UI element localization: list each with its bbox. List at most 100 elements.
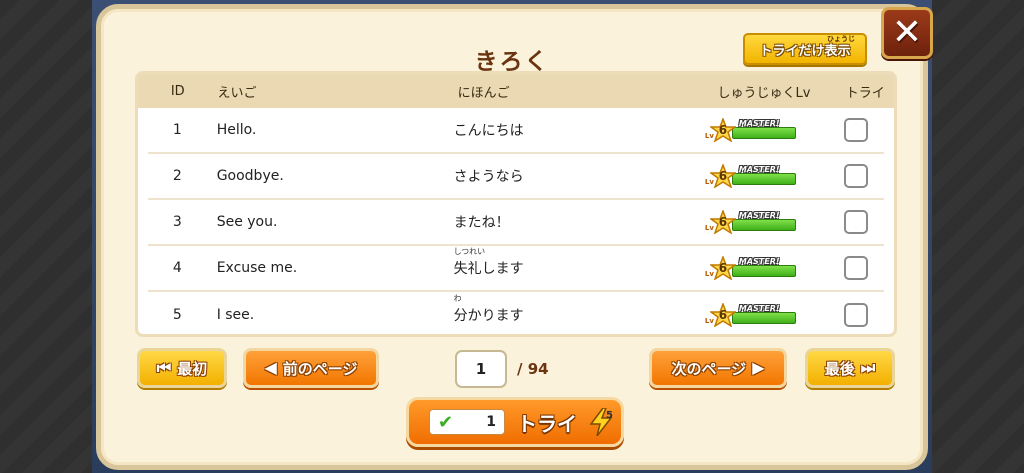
try-checkbox[interactable]	[843, 210, 868, 234]
row-english: I see.	[216, 307, 255, 323]
lv-tag: Lv	[704, 132, 714, 140]
mastery-status: MASTER!	[738, 165, 780, 174]
row-japanese: こんにちは	[453, 123, 524, 139]
lv-tag: Lv	[704, 224, 714, 232]
row-japanese-cell: さようなら	[446, 166, 710, 186]
lv-tag: Lv	[704, 270, 714, 278]
next-page-label: 次のページ	[671, 359, 747, 378]
level-number: 6	[718, 123, 728, 137]
check-icon: ✔	[438, 411, 454, 433]
level-badge: Lv 6 MASTER!	[705, 256, 827, 280]
row-japanese-ruby: わ	[453, 294, 462, 303]
mastery-status: MASTER!	[738, 119, 780, 128]
row-try	[827, 164, 884, 188]
lightning-icon: 5	[589, 407, 613, 437]
level-badge: Lv 6 MASTER!	[705, 118, 827, 142]
row-try	[827, 210, 884, 234]
header-try: トライ	[845, 85, 885, 101]
last-page-label: 最後	[824, 359, 855, 378]
show-try-only-button[interactable]: ひょうじ トライだけ表示	[743, 33, 867, 65]
prev-page-button[interactable]: ◀ 前のページ	[243, 348, 379, 388]
record-dialog: きろく ひょうじ トライだけ表示 ✕ ID えいご にほんご しゅうじゅくLv …	[96, 4, 933, 470]
page-total: / 94	[517, 360, 549, 378]
row-id: 4	[172, 260, 182, 276]
try-count-box: ✔ 1	[429, 409, 505, 435]
next-page-button[interactable]: 次のページ ▶	[649, 348, 787, 388]
row-japanese: 分かります	[453, 308, 524, 324]
level-badge: Lv 6 MASTER!	[705, 164, 827, 188]
row-level: Lv 6 MASTER!	[705, 256, 827, 280]
level-badge: Lv 6 MASTER!	[705, 303, 827, 327]
row-id: 1	[172, 122, 182, 138]
row-id: 5	[172, 307, 182, 323]
try-checkbox[interactable]	[843, 256, 868, 280]
row-english: Excuse me.	[216, 260, 298, 276]
mastery-bar: MASTER!	[731, 257, 796, 277]
table-row: 1 Hello. こんにちは Lv 6 MASTER!	[148, 108, 884, 154]
header-level: しゅうじゅくLv	[717, 85, 811, 101]
try-button[interactable]: ✔ 1 トライ 5	[406, 397, 624, 447]
header-japanese: にほんご	[457, 85, 510, 101]
try-cost: 5	[606, 410, 613, 421]
table-header: ID えいご にほんご しゅうじゅくLv トライ	[138, 74, 894, 108]
row-level: Lv 6 MASTER!	[705, 164, 827, 188]
mastery-status: MASTER!	[738, 257, 780, 266]
first-page-icon: ⏮	[156, 358, 172, 377]
left-decor-panel	[0, 0, 92, 473]
row-level: Lv 6 MASTER!	[705, 303, 827, 327]
first-page-label: 最初	[177, 359, 208, 378]
show-try-only-ruby: ひょうじ	[827, 35, 855, 43]
lv-tag: Lv	[704, 317, 714, 325]
mastery-bar: MASTER!	[731, 304, 796, 324]
close-icon: ✕	[891, 12, 923, 53]
last-page-button[interactable]: 最後 ⏭	[805, 348, 895, 388]
try-checkbox[interactable]	[843, 118, 868, 142]
header-english: えいご	[217, 85, 257, 101]
table-row: 4 Excuse me. しつれい 失礼します Lv 6 MASTER!	[148, 246, 884, 292]
row-try	[827, 303, 884, 327]
page-number-input[interactable]	[455, 350, 507, 388]
try-count: 1	[486, 414, 496, 430]
header-id: ID	[170, 83, 185, 99]
level-number: 6	[718, 261, 728, 275]
next-page-icon: ▶	[752, 358, 765, 377]
row-english: Goodbye.	[216, 168, 284, 184]
row-japanese-cell: しつれい 失礼します	[446, 247, 710, 278]
row-japanese: 失礼します	[453, 261, 524, 277]
row-level: Lv 6 MASTER!	[705, 210, 827, 234]
table-row: 2 Goodbye. さようなら Lv 6 MASTER!	[148, 154, 884, 200]
row-try	[827, 118, 884, 142]
prev-page-label: 前のページ	[282, 359, 358, 378]
lv-tag: Lv	[704, 178, 714, 186]
try-checkbox[interactable]	[843, 164, 868, 188]
mastery-status: MASTER!	[738, 304, 780, 313]
level-badge: Lv 6 MASTER!	[705, 210, 827, 234]
prev-page-icon: ◀	[264, 358, 277, 377]
try-checkbox[interactable]	[843, 303, 868, 327]
row-id: 2	[172, 168, 182, 184]
row-id: 3	[172, 214, 182, 230]
level-number: 6	[718, 169, 728, 183]
row-japanese-ruby: しつれい	[453, 247, 486, 256]
level-number: 6	[718, 308, 728, 322]
mastery-bar: MASTER!	[731, 119, 796, 139]
first-page-button[interactable]: ⏮ 最初	[137, 348, 227, 388]
close-button[interactable]: ✕	[881, 7, 933, 59]
try-label: トライ	[517, 411, 577, 436]
row-try	[827, 256, 884, 280]
row-japanese-cell: またね！	[446, 212, 710, 232]
mastery-bar: MASTER!	[731, 165, 796, 185]
row-japanese: さようなら	[453, 169, 524, 185]
table-row: 5 I see. わ 分かります Lv 6 MASTER!	[148, 292, 884, 334]
row-japanese-cell: こんにちは	[446, 120, 710, 140]
row-english: Hello.	[216, 122, 257, 138]
mastery-status: MASTER!	[738, 211, 780, 220]
row-japanese-cell: わ 分かります	[446, 294, 710, 325]
last-page-icon: ⏭	[860, 358, 876, 377]
mastery-bar: MASTER!	[731, 211, 796, 231]
row-english: See you.	[216, 214, 278, 230]
row-japanese: またね！	[453, 215, 510, 231]
row-level: Lv 6 MASTER!	[705, 118, 827, 142]
level-number: 6	[718, 215, 728, 229]
record-table: ID えいご にほんご しゅうじゅくLv トライ 1 Hello. こんにちは …	[135, 71, 897, 337]
